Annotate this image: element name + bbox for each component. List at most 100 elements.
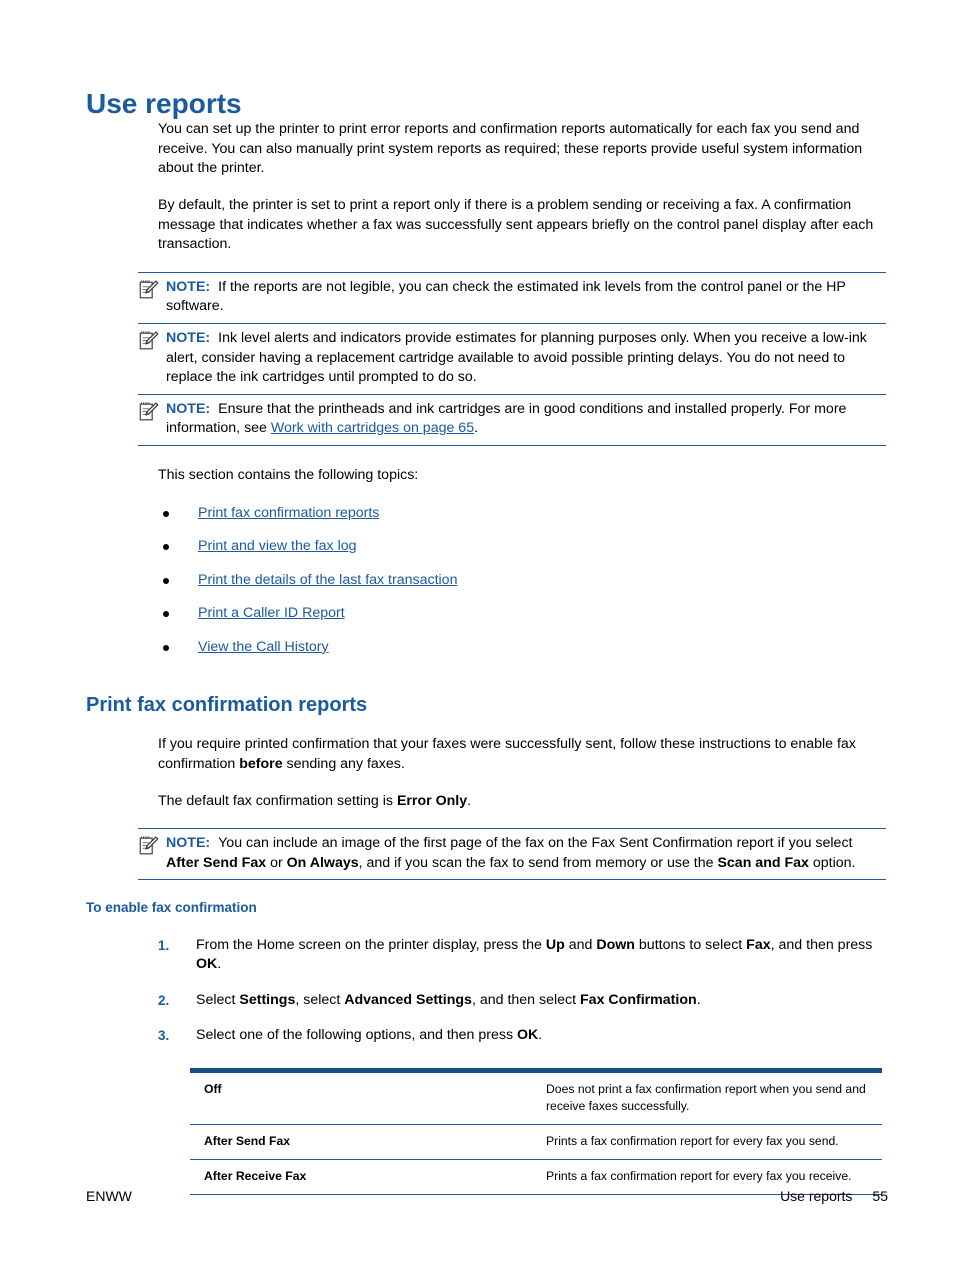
- footer-page-number: 55: [872, 1188, 888, 1204]
- section-heading-print-fax-confirmation-reports: Print fax confirmation reports: [86, 694, 368, 717]
- page-content: Use reports You can set up the printer t…: [86, 0, 886, 1195]
- topic-link-view-the-call-history[interactable]: View the Call History: [198, 639, 329, 655]
- step-item-2: 2. Select Settings, select Advanced Setti…: [158, 991, 886, 1011]
- step-part2: , select: [295, 991, 345, 1008]
- note-label: NOTE:: [166, 400, 211, 417]
- list-item[interactable]: Print the details of the last fax transa…: [158, 571, 886, 591]
- section-paragraph-2-part1: The default fax confirmation setting is: [158, 792, 397, 809]
- step-part1: Select one of the following options, and…: [196, 1027, 518, 1044]
- topic-link-print-a-caller-id-report[interactable]: Print a Caller ID Report: [198, 605, 345, 621]
- intro-block: You can set up the printer to print erro…: [158, 120, 886, 255]
- step-number: 1.: [158, 937, 170, 953]
- step-part4: , and then press: [770, 936, 873, 953]
- note-body-after-link: .: [474, 420, 479, 437]
- note-block-2: NOTE: Ink level alerts and indicators pro…: [138, 324, 886, 395]
- note-label: NOTE:: [166, 329, 211, 346]
- section-paragraph-1-bold: before: [239, 756, 283, 773]
- table-row: Off Does not print a fax confirmation re…: [190, 1073, 882, 1125]
- document-page: Use reports You can set up the printer t…: [0, 0, 954, 1270]
- list-item[interactable]: Print fax confirmation reports: [158, 504, 886, 524]
- note-text-2: NOTE: Ink level alerts and indicators pro…: [138, 329, 886, 388]
- step-item-1: 1. From the Home screen on the printer di…: [158, 936, 886, 975]
- step-part3: , and then select: [471, 991, 581, 1008]
- step-part5: .: [217, 956, 222, 973]
- options-table: Off Does not print a fax confirmation re…: [190, 1068, 882, 1195]
- step-part4: .: [696, 991, 701, 1008]
- bullet-icon: [163, 510, 169, 517]
- note-text-4: NOTE: You can include an image of the fir…: [138, 834, 886, 873]
- section-paragraph-2-part2: .: [467, 792, 472, 809]
- step-number: 2.: [158, 992, 170, 1008]
- note-pencil-icon: [138, 330, 160, 352]
- step-bold-settings: Settings: [239, 991, 296, 1008]
- note-bold-after-send-fax: After Send Fax: [166, 854, 267, 871]
- step-bold-up: Up: [545, 936, 565, 953]
- footer-section-title: Use reports: [780, 1188, 853, 1204]
- table-cell-term: After Send Fax: [190, 1124, 536, 1160]
- section-paragraph-2: The default fax confirmation setting is …: [158, 792, 886, 812]
- steps-list: 1. From the Home screen on the printer di…: [158, 936, 886, 1046]
- intro-paragraph-1: You can set up the printer to print erro…: [158, 121, 863, 177]
- note-body: If the reports are not legible, you can …: [166, 278, 846, 315]
- note-block-4: NOTE: You can include an image of the fir…: [138, 828, 886, 881]
- bullet-icon: [163, 544, 169, 551]
- step-part1: From the Home screen on the printer disp…: [196, 936, 546, 953]
- step-part2: and: [564, 936, 597, 953]
- page-title: Use reports: [86, 88, 242, 119]
- section-body: If you require printed confirmation that…: [158, 735, 886, 811]
- step-bold-down: Down: [596, 936, 635, 953]
- note-body-part4: option.: [808, 854, 856, 871]
- note-body: Ink level alerts and indicators provide …: [166, 329, 867, 386]
- list-item[interactable]: Print a Caller ID Report: [158, 604, 886, 624]
- note-pencil-icon: [138, 279, 160, 301]
- topics-list: Print fax confirmation reports Print and…: [158, 504, 886, 658]
- step-bold-ok: OK: [517, 1027, 539, 1044]
- note-body-part2: or: [266, 854, 287, 871]
- page-footer: ENWW Use reports 55: [86, 1188, 888, 1204]
- step-part1: Select: [196, 991, 240, 1008]
- list-item[interactable]: View the Call History: [158, 638, 886, 658]
- note-label: NOTE:: [166, 278, 211, 295]
- note-body-part3: , and if you scan the fax to send from m…: [358, 854, 718, 871]
- topics-block: This section contains the following topi…: [158, 466, 886, 658]
- topic-link-print-fax-confirmation-reports[interactable]: Print fax confirmation reports: [198, 505, 379, 521]
- table-cell-term: Off: [190, 1073, 536, 1125]
- step-bold-fax-confirmation: Fax Confirmation: [580, 991, 697, 1008]
- topic-link-print-the-details-of-the-last-fax-transaction[interactable]: Print the details of the last fax transa…: [198, 572, 457, 588]
- note-bold-on-always: On Always: [286, 854, 359, 871]
- note-pencil-icon: [138, 835, 160, 857]
- table-cell-description: Does not print a fax confirmation report…: [536, 1073, 882, 1125]
- note-block-3: NOTE: Ensure that the printheads and ink …: [138, 395, 886, 446]
- steps-block: 1. From the Home screen on the printer di…: [158, 936, 886, 1046]
- step-bold-fax: Fax: [746, 936, 771, 953]
- bullet-icon: [163, 644, 169, 651]
- intro-paragraph-2: By default, the printer is set to print …: [158, 196, 874, 253]
- section-paragraph-1: If you require printed confirmation that…: [158, 735, 886, 774]
- note-text-1: NOTE: If the reports are not legible, you…: [138, 278, 886, 317]
- bullet-icon: [163, 577, 169, 584]
- step-part2: .: [538, 1027, 543, 1044]
- step-item-3: 3. Select one of the following options, a…: [158, 1026, 886, 1046]
- note-bold-scan-and-fax: Scan and Fax: [717, 854, 809, 871]
- step-number: 3.: [158, 1028, 170, 1044]
- subheading-to-enable-fax-confirmation: To enable fax confirmation: [86, 900, 257, 916]
- step-bold-advanced-settings: Advanced Settings: [344, 991, 472, 1008]
- list-item[interactable]: Print and view the fax log: [158, 537, 886, 557]
- footer-right: Use reports 55: [780, 1188, 888, 1204]
- step-bold-ok: OK: [196, 956, 218, 973]
- note-body-before-link: Ensure that the printheads and ink cartr…: [166, 400, 847, 437]
- note-body-part1: You can include an image of the first pa…: [218, 835, 853, 852]
- topics-intro: This section contains the following topi…: [158, 466, 419, 483]
- section-paragraph-2-bold: Error Only: [396, 792, 468, 809]
- note-pencil-icon: [138, 401, 160, 423]
- table-cell-description: Prints a fax confirmation report for eve…: [536, 1124, 882, 1160]
- note-label: NOTE:: [166, 835, 211, 852]
- section-paragraph-1-part2: sending any faxes.: [282, 756, 405, 773]
- footer-locale: ENWW: [86, 1188, 132, 1204]
- topic-link-print-and-view-the-fax-log[interactable]: Print and view the fax log: [198, 538, 357, 554]
- cartridges-link[interactable]: Work with cartridges on page 65: [271, 420, 474, 436]
- note-text-3: NOTE: Ensure that the printheads and ink …: [138, 400, 886, 439]
- table-row: After Send Fax Prints a fax confirmation…: [190, 1124, 882, 1160]
- note-block-1: NOTE: If the reports are not legible, you…: [138, 271, 886, 324]
- step-part3: buttons to select: [634, 936, 747, 953]
